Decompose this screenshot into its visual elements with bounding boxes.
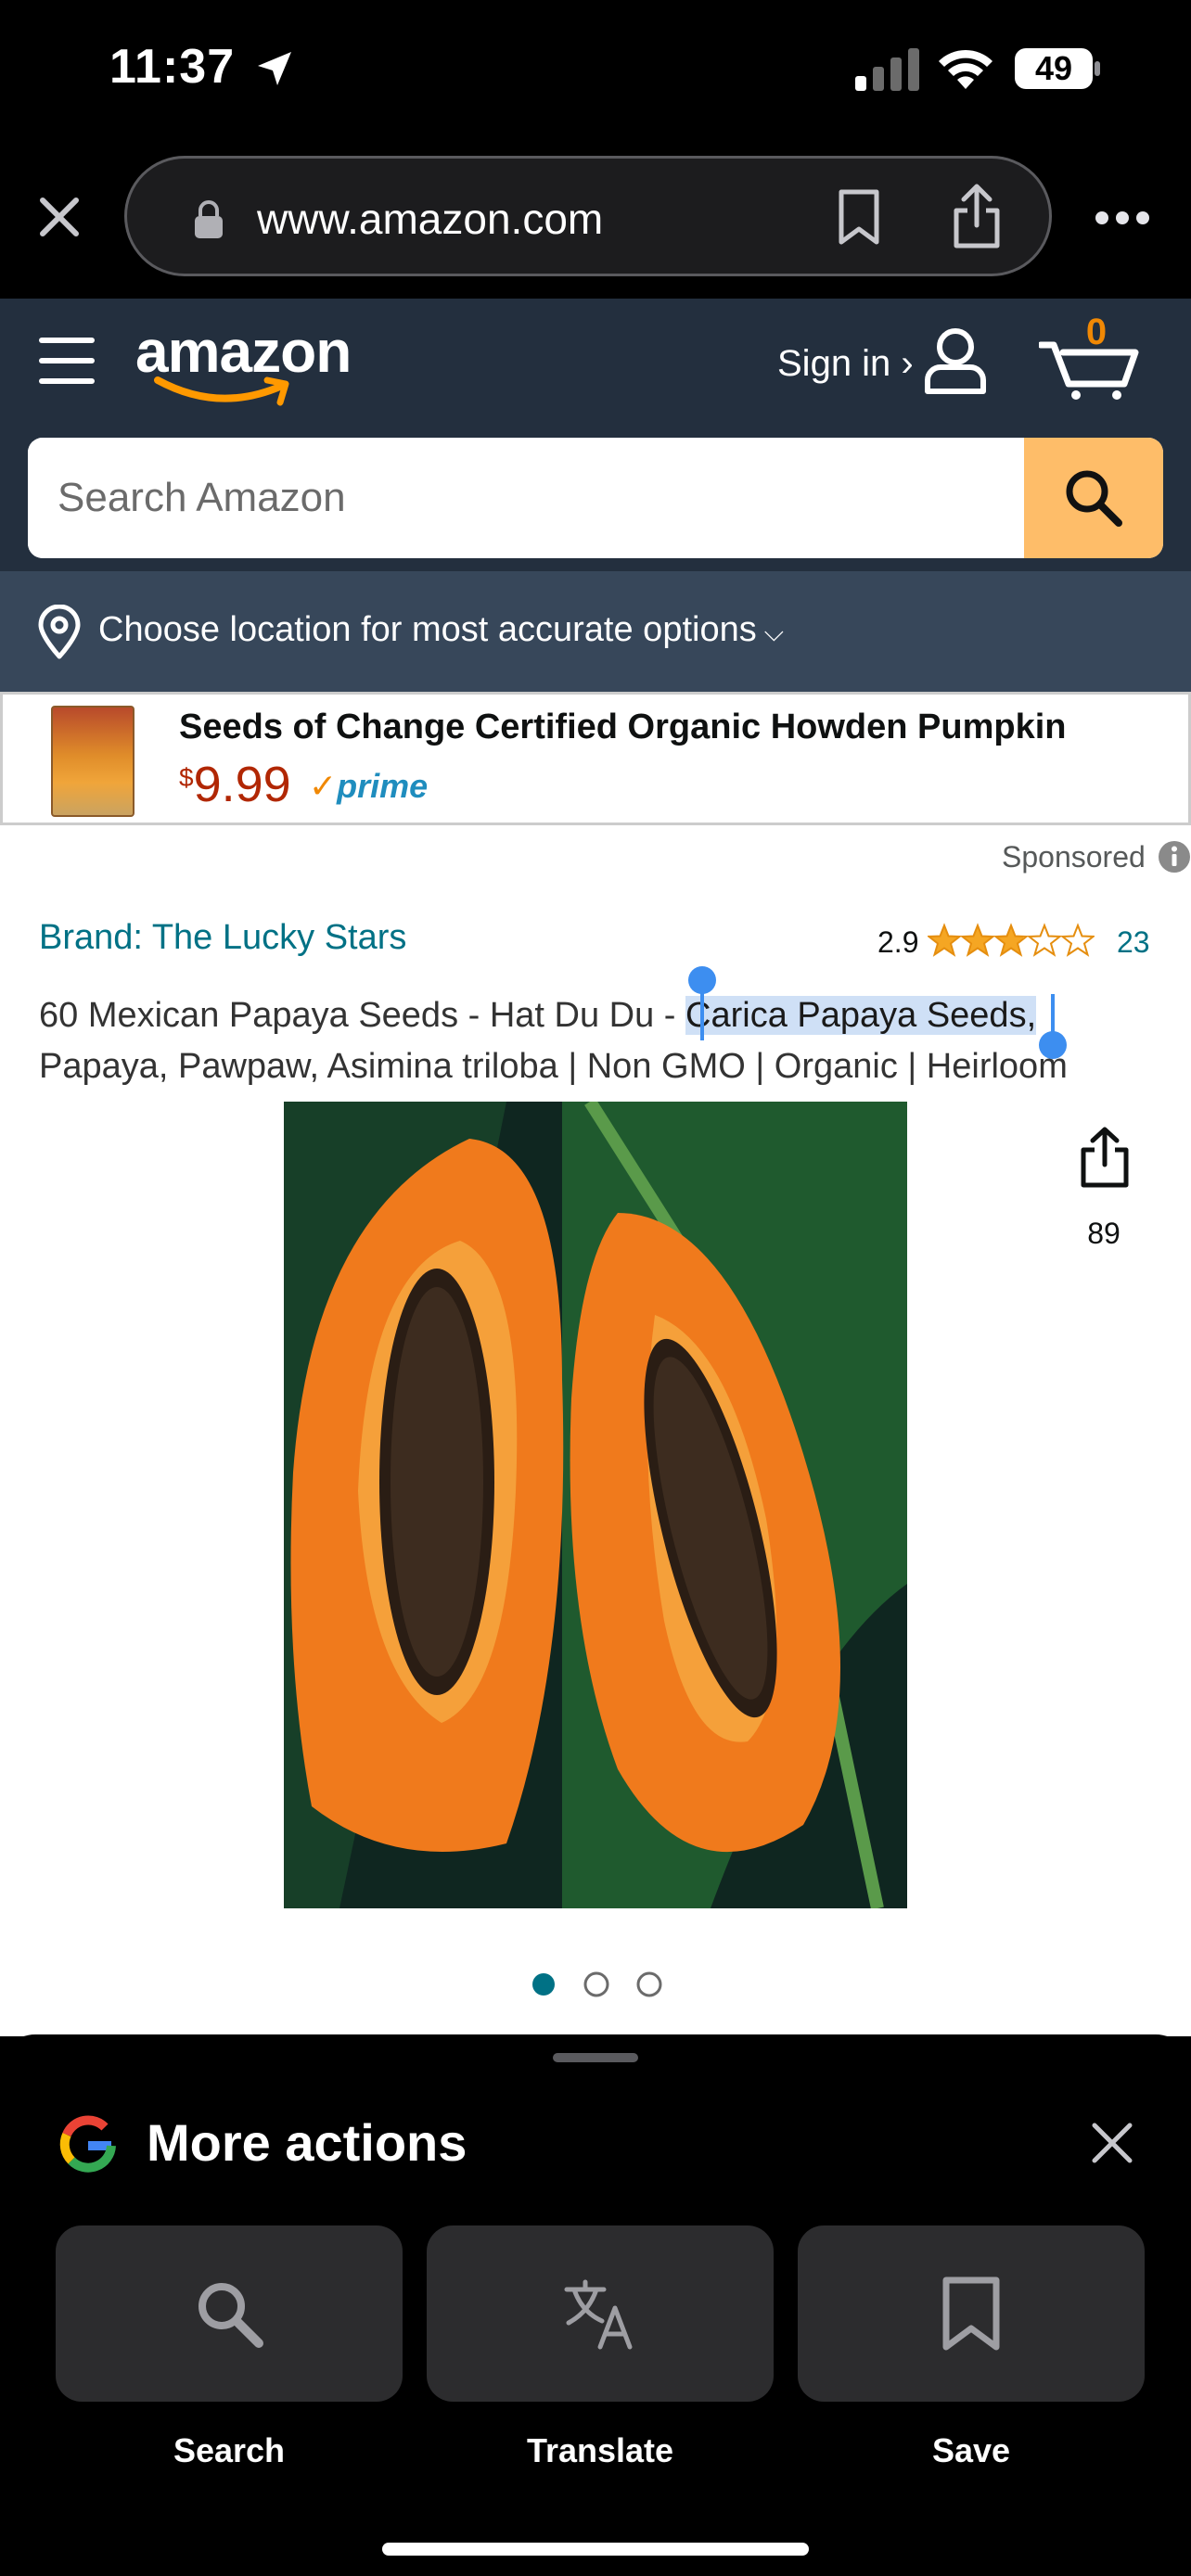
- ad-price: $9.99: [179, 756, 291, 813]
- search-action-button[interactable]: [56, 2225, 403, 2402]
- carousel-dot[interactable]: [636, 1971, 662, 1997]
- title-text: 60 Mexican Papaya Seeds - Hat Du Du -: [39, 996, 686, 1035]
- sign-in-link[interactable]: Sign in ›: [777, 343, 914, 385]
- review-count[interactable]: 23: [1117, 925, 1150, 960]
- status-time: 11:37: [109, 40, 236, 94]
- image-carousel-indicator[interactable]: [527, 1966, 666, 2003]
- search-input[interactable]: [28, 438, 1024, 558]
- location-pin-icon: [38, 605, 81, 659]
- delivery-location-bar[interactable]: Choose location for most accurate option…: [0, 571, 1191, 692]
- star-icon: [959, 923, 996, 957]
- search-bar: [28, 438, 1163, 558]
- product-title[interactable]: 60 Mexican Papaya Seeds - Hat Du Du - Ca…: [39, 990, 1152, 1092]
- save-action-button[interactable]: [798, 2225, 1145, 2402]
- share-count: 89: [1087, 1217, 1121, 1250]
- search-icon: [1066, 470, 1122, 527]
- user-account-icon[interactable]: [922, 325, 989, 395]
- close-icon[interactable]: [1089, 2120, 1135, 2166]
- product-image-papaya[interactable]: [284, 1102, 907, 1908]
- star-icon: [1059, 923, 1095, 957]
- status-bar: 11:37 49: [0, 0, 1191, 139]
- translate-icon: [564, 2279, 633, 2350]
- ad-product-image: [51, 706, 134, 817]
- location-text: Choose location for most accurate option…: [98, 610, 784, 650]
- star-icon: [928, 923, 963, 957]
- title-text-rest: Papaya, Pawpaw, Asimina triloba | Non GM…: [39, 1047, 1068, 1086]
- sponsored-ad-banner[interactable]: Seeds of Change Certified Organic Howden…: [0, 692, 1191, 825]
- search-icon: [198, 2283, 263, 2348]
- location-arrow-icon: [258, 52, 291, 85]
- location-label: Choose location for most accurate option…: [98, 610, 757, 649]
- bookmark-icon[interactable]: [836, 188, 882, 246]
- google-logo-icon: [59, 2115, 116, 2173]
- ad-price-symbol: $: [179, 763, 194, 792]
- product-page: Seeds of Change Certified Organic Howden…: [0, 692, 1191, 2036]
- ad-title: Seeds of Change Certified Organic Howden…: [179, 708, 1067, 746]
- browser-toolbar: www.amazon.com: [0, 139, 1191, 299]
- translate-action-button[interactable]: [427, 2225, 774, 2402]
- sponsored-label: Sponsored: [1002, 840, 1146, 874]
- brand-link[interactable]: Brand: The Lucky Stars: [39, 918, 406, 958]
- prime-check-icon: ✓: [309, 767, 338, 805]
- carousel-dot[interactable]: [583, 1971, 609, 1997]
- star-icon: [1026, 923, 1063, 957]
- info-icon[interactable]: [1158, 840, 1191, 874]
- star-icon: [992, 923, 1030, 957]
- sheet-grabber[interactable]: [553, 2053, 638, 2062]
- close-icon[interactable]: [33, 191, 85, 243]
- selected-text[interactable]: Carica Papaya Seeds,: [685, 996, 1037, 1035]
- ad-price-value: 9.99: [193, 757, 291, 812]
- lock-icon: [195, 200, 223, 238]
- rating-value: 2.9: [877, 925, 919, 959]
- share-icon[interactable]: [1076, 1124, 1133, 1189]
- url-text: www.amazon.com: [257, 195, 604, 243]
- address-bar[interactable]: www.amazon.com: [124, 156, 1052, 276]
- share-icon[interactable]: [949, 181, 1005, 251]
- more-options-icon[interactable]: [1095, 210, 1150, 226]
- amazon-header: amazon Sign in › 0: [0, 299, 1191, 571]
- sheet-title: More actions: [147, 2113, 467, 2172]
- selection-handle-start-bar: [700, 988, 704, 1040]
- amazon-smile-icon: [154, 376, 289, 406]
- carousel-dot[interactable]: [532, 1973, 555, 1996]
- star-rating[interactable]: [928, 922, 1095, 959]
- search-button[interactable]: [1024, 438, 1163, 558]
- home-indicator[interactable]: [382, 2543, 809, 2556]
- chevron-down-icon: ⌵: [763, 618, 784, 646]
- search-action-label: Search: [173, 2431, 286, 2469]
- battery-level: 49: [1034, 49, 1073, 87]
- bookmark-icon: [942, 2276, 1000, 2351]
- save-action-label: Save: [931, 2431, 1011, 2469]
- prime-label: prime: [337, 767, 429, 805]
- cart-count: 0: [1085, 312, 1108, 352]
- selection-handle-start[interactable]: [688, 966, 716, 994]
- selection-handle-end[interactable]: [1039, 1031, 1067, 1059]
- menu-icon[interactable]: [37, 334, 96, 388]
- wifi-icon: [939, 49, 992, 89]
- more-actions-sheet: More actions Search Translate Save: [0, 2034, 1191, 2576]
- prime-badge: ✓prime: [309, 767, 428, 806]
- amazon-logo[interactable]: amazon: [135, 317, 358, 410]
- translate-action-label: Translate: [526, 2431, 674, 2469]
- cellular-signal-icon: [855, 48, 919, 91]
